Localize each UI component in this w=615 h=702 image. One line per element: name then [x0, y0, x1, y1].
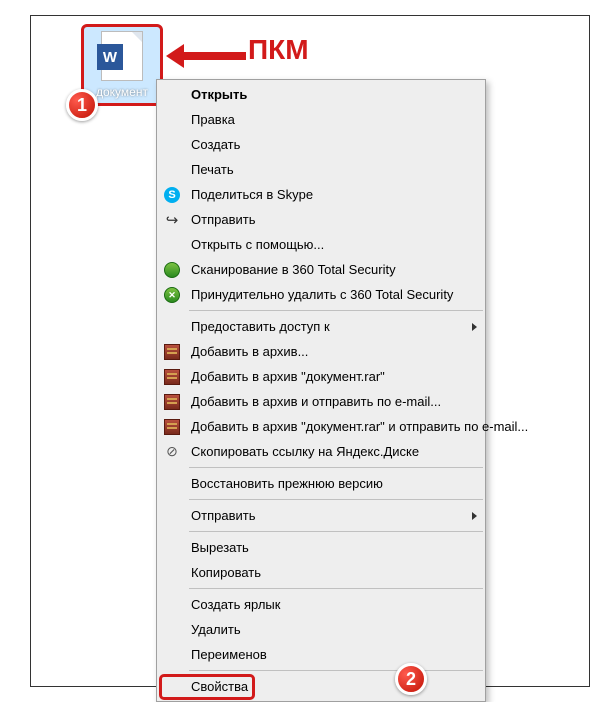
menu-separator: [189, 310, 483, 311]
menu-separator: [189, 531, 483, 532]
menu-rar-add-named[interactable]: Добавить в архив "документ.rar": [157, 364, 485, 389]
step-badge-1: 1: [66, 89, 98, 121]
menu-copy[interactable]: Копировать: [157, 560, 485, 585]
winrar-icon: [164, 419, 180, 435]
winrar-icon: [164, 344, 180, 360]
menu-send-2[interactable]: Отправить: [157, 503, 485, 528]
menu-separator: [189, 670, 483, 671]
menu-open[interactable]: Открыть: [157, 82, 485, 107]
menu-separator: [189, 467, 483, 468]
menu-rename[interactable]: Переименов: [157, 642, 485, 667]
shield-scan-icon: [164, 262, 180, 278]
arrow-annotation: [166, 46, 246, 66]
menu-separator: [189, 499, 483, 500]
menu-edit[interactable]: Правка: [157, 107, 485, 132]
right-click-annotation: ПКМ: [248, 34, 309, 66]
chevron-right-icon: [472, 512, 477, 520]
menu-delete[interactable]: Удалить: [157, 617, 485, 642]
menu-create-shortcut[interactable]: Создать ярлык: [157, 592, 485, 617]
menu-yadisk-copy-link[interactable]: ⊘ Скопировать ссылку на Яндекс.Диске: [157, 439, 485, 464]
step-badge-2: 2: [395, 663, 427, 695]
word-document-icon: W: [101, 31, 143, 81]
menu-scan-360[interactable]: Сканирование в 360 Total Security: [157, 257, 485, 282]
menu-open-with[interactable]: Открыть с помощью...: [157, 232, 485, 257]
winrar-icon: [164, 394, 180, 410]
context-menu: Открыть Правка Создать Печать S Поделить…: [156, 79, 486, 702]
menu-properties[interactable]: Свойства: [157, 674, 485, 699]
link-icon: ⊘: [164, 444, 180, 460]
menu-force-delete-360[interactable]: Принудительно удалить с 360 Total Securi…: [157, 282, 485, 307]
skype-icon: S: [164, 187, 180, 203]
file-name-label: документ: [96, 85, 148, 99]
menu-separator: [189, 588, 483, 589]
menu-send-1[interactable]: ↪ Отправить: [157, 207, 485, 232]
menu-rar-add[interactable]: Добавить в архив...: [157, 339, 485, 364]
menu-create[interactable]: Создать: [157, 132, 485, 157]
menu-cut[interactable]: Вырезать: [157, 535, 485, 560]
menu-rar-add-email[interactable]: Добавить в архив и отправить по e-mail..…: [157, 389, 485, 414]
menu-rar-add-named-email[interactable]: Добавить в архив "документ.rar" и отправ…: [157, 414, 485, 439]
menu-print[interactable]: Печать: [157, 157, 485, 182]
menu-restore-previous[interactable]: Восстановить прежнюю версию: [157, 471, 485, 496]
shield-delete-icon: [164, 287, 180, 303]
share-icon: ↪: [166, 211, 179, 229]
menu-grant-access[interactable]: Предоставить доступ к: [157, 314, 485, 339]
winrar-icon: [164, 369, 180, 385]
menu-share-skype[interactable]: S Поделиться в Skype: [157, 182, 485, 207]
chevron-right-icon: [472, 323, 477, 331]
file-icon-selected[interactable]: 1 W документ: [81, 24, 163, 106]
